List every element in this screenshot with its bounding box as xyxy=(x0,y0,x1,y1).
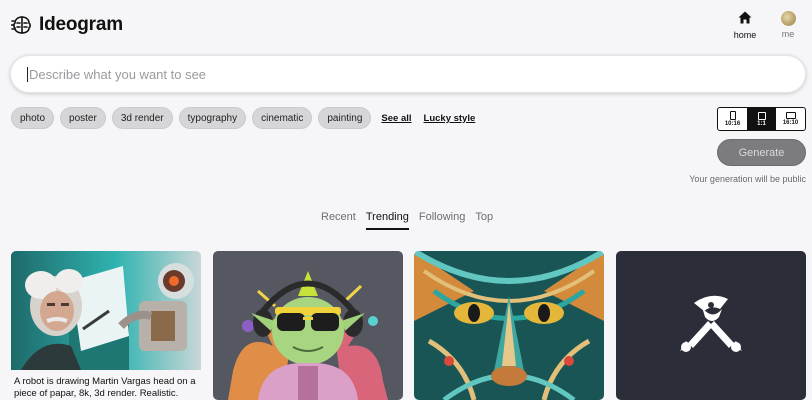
chip-cinematic[interactable]: cinematic xyxy=(252,107,313,129)
generate-button[interactable]: Generate xyxy=(717,139,806,166)
chip-3d-render[interactable]: 3d render xyxy=(111,107,173,129)
image-card[interactable] xyxy=(414,251,604,400)
avatar xyxy=(780,11,796,26)
top-bar: Ideogram home me xyxy=(0,0,812,52)
aspect-16-10[interactable]: 16:10 xyxy=(776,108,805,130)
portrait-ratio-icon xyxy=(729,111,736,120)
aspect-1-1[interactable]: 1:1 xyxy=(747,108,776,130)
landscape-ratio-icon xyxy=(785,112,796,119)
aspect-label: 1:1 xyxy=(757,120,766,127)
logo[interactable]: Ideogram xyxy=(11,14,123,36)
feed-tabs: Recent Trending Following Top xyxy=(321,211,503,230)
tab-top[interactable]: Top xyxy=(475,211,493,230)
aspect-10-16[interactable]: 10:16 xyxy=(718,108,747,130)
nav-home[interactable]: home xyxy=(730,11,760,40)
prompt-input[interactable] xyxy=(29,66,769,82)
tab-following[interactable]: Following xyxy=(419,211,465,230)
generated-image xyxy=(213,251,403,400)
home-icon xyxy=(738,11,752,24)
generated-image xyxy=(11,251,201,370)
aspect-ratio-selector: 10:16 1:1 16:10 xyxy=(717,107,806,131)
tab-trending[interactable]: Trending xyxy=(365,211,409,230)
tab-recent[interactable]: Recent xyxy=(321,211,356,230)
style-chips: photo poster 3d render typography cinema… xyxy=(11,107,475,129)
square-ratio-icon xyxy=(757,111,766,120)
app-name: Ideogram xyxy=(39,14,123,35)
see-all-link[interactable]: See all xyxy=(381,113,411,124)
chip-painting[interactable]: painting xyxy=(318,107,372,129)
image-card[interactable]: A robot is drawing Martin Vargas head on… xyxy=(11,251,201,400)
aspect-label: 16:10 xyxy=(782,120,799,126)
lucky-style-link[interactable]: Lucky style xyxy=(424,113,476,124)
public-notice: Your generation will be public xyxy=(689,174,806,184)
nav-home-label: home xyxy=(733,30,757,40)
image-caption: A robot is drawing Martin Vargas head on… xyxy=(14,376,196,399)
chip-poster[interactable]: poster xyxy=(60,107,106,129)
nav-me-label: me xyxy=(781,29,795,39)
chip-photo[interactable]: photo xyxy=(11,107,55,129)
nav-me[interactable]: me xyxy=(776,11,800,39)
text-caret xyxy=(27,66,28,82)
brain-logo-icon xyxy=(11,16,31,34)
image-card[interactable] xyxy=(213,251,403,400)
aspect-label: 10:16 xyxy=(724,121,741,127)
chip-typography[interactable]: typography xyxy=(178,107,247,129)
image-card[interactable] xyxy=(616,251,806,400)
prompt-box[interactable] xyxy=(10,55,806,93)
generated-image xyxy=(616,251,806,400)
generated-image xyxy=(414,251,604,400)
